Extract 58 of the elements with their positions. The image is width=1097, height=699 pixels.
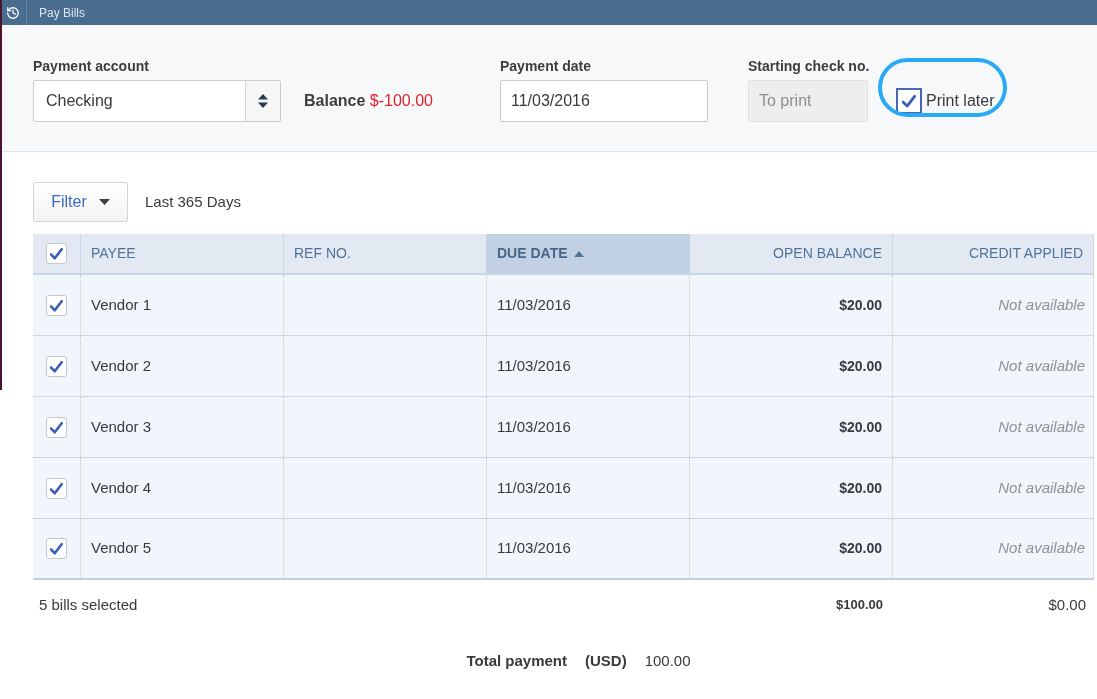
field-label: Payment date xyxy=(500,58,593,74)
table-cell-text: Not available xyxy=(998,538,1085,559)
table-cell-text: $20.00 xyxy=(839,417,882,437)
table-cell-text: 11/03/2016 xyxy=(497,477,571,498)
check-mark-icon xyxy=(50,298,63,312)
table-cell-text: Not available xyxy=(998,355,1085,376)
table-cell-text: 11/03/2016 xyxy=(497,416,571,437)
checkbox[interactable] xyxy=(46,538,67,559)
total-payment-amount: 100.00 xyxy=(644,650,691,671)
filter-button[interactable]: Filter xyxy=(33,182,128,222)
total-payment-label: Total payment xyxy=(466,650,567,671)
up-down-arrows-icon xyxy=(258,94,268,108)
checkbox[interactable] xyxy=(46,294,67,316)
credit-total: $0.00 xyxy=(1048,594,1086,615)
table-cell-text: Vendor 4 xyxy=(91,477,152,498)
table-cell-text: Vendor 1 xyxy=(91,294,152,315)
table-cell-text: Vendor 5 xyxy=(91,538,152,559)
check-mark-icon xyxy=(50,247,63,260)
balance-text: Balance $-100.00 xyxy=(304,91,433,111)
checkbox[interactable] xyxy=(46,416,67,438)
check-mark-icon xyxy=(50,420,63,434)
column-header[interactable]: OPEN BALANCE xyxy=(690,234,893,273)
selected-count: 5 bills selected xyxy=(39,594,138,615)
checkbox[interactable] xyxy=(46,355,67,377)
table-cell-text: $20.00 xyxy=(839,356,882,376)
table-cell-text: $20.00 xyxy=(839,478,882,498)
checkbox-label[interactable]: Print later xyxy=(926,89,995,113)
table-cell-text: Not available xyxy=(998,416,1085,437)
checkbox[interactable] xyxy=(896,88,922,114)
filter-range: Last 365 Days xyxy=(145,191,241,212)
checkbox[interactable] xyxy=(46,243,67,264)
column-header[interactable]: DUE DATE xyxy=(487,234,690,273)
table-cell-text: Not available xyxy=(998,477,1085,498)
account-select[interactable]: Checking xyxy=(33,80,281,122)
column-header[interactable]: PAYEE xyxy=(81,234,284,273)
table-cell-text: $20.00 xyxy=(839,539,882,558)
check-mark-icon xyxy=(50,481,63,495)
history-icon[interactable] xyxy=(6,5,20,20)
window-title: Pay Bills xyxy=(39,4,85,22)
checkbox[interactable] xyxy=(46,477,67,499)
table-cell-text: $20.00 xyxy=(839,295,882,315)
check-mark-icon xyxy=(902,94,916,108)
field-label: Payment account xyxy=(33,58,150,74)
check-mark-icon xyxy=(50,359,63,373)
open-balance-total: $100.00 xyxy=(836,596,883,615)
currency-label: (USD) xyxy=(585,650,627,671)
table-cell-text: 11/03/2016 xyxy=(497,355,571,376)
table-cell-text: Vendor 3 xyxy=(91,416,152,437)
column-header[interactable]: CREDIT APPLIED xyxy=(893,234,1094,273)
date-field[interactable]: 11/03/2016 xyxy=(500,80,708,122)
table-cell-text: Not available xyxy=(998,294,1085,315)
caret-down-icon xyxy=(98,199,110,205)
check-mark-icon xyxy=(50,542,63,555)
table-cell-text: 11/03/2016 xyxy=(497,538,571,559)
field-label: Starting check no. xyxy=(748,58,871,74)
caret-up-icon xyxy=(573,250,584,257)
table-cell-text: 11/03/2016 xyxy=(497,294,571,315)
table-cell-text: Vendor 2 xyxy=(91,355,152,376)
